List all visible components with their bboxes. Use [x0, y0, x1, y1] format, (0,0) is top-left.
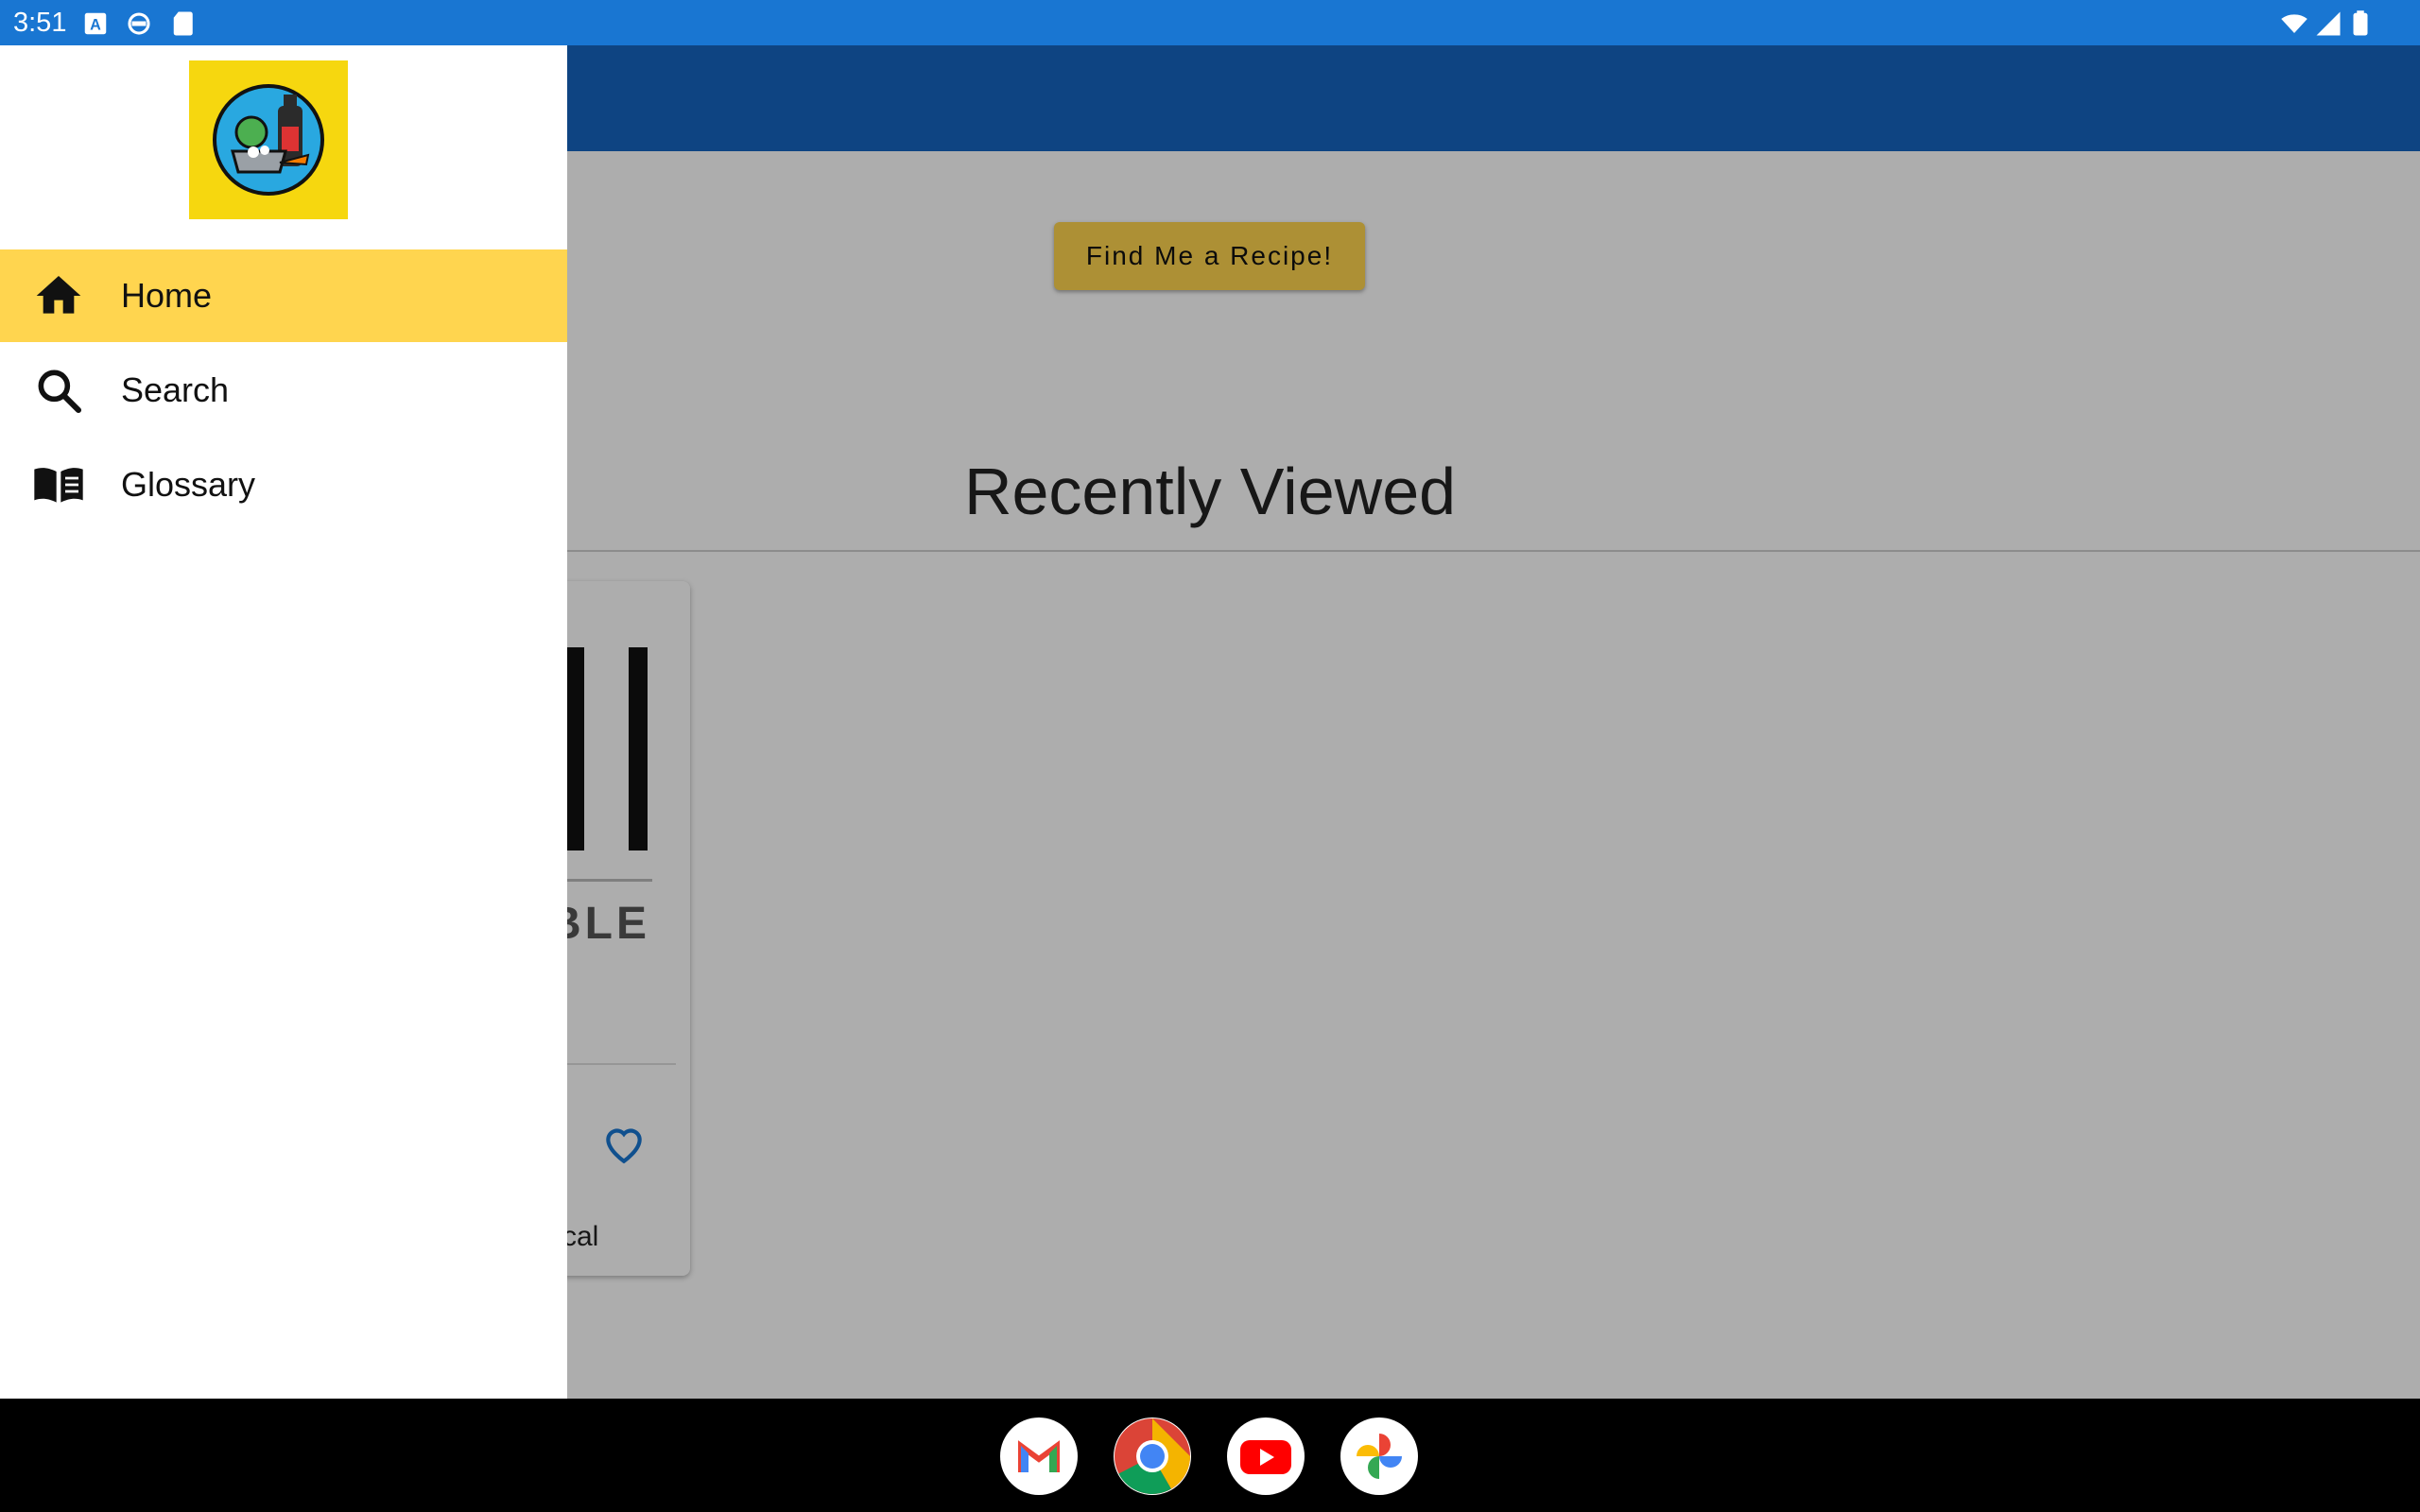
chrome-icon[interactable]: [1114, 1418, 1191, 1495]
drawer-item-label: Glossary: [121, 465, 256, 504]
search-icon: [38, 369, 82, 414]
youtube-icon[interactable]: [1227, 1418, 1305, 1495]
wifi-icon: [2281, 14, 2308, 33]
drawer-item-glossary[interactable]: Glossary: [0, 438, 567, 531]
photos-icon[interactable]: [1340, 1418, 1418, 1495]
drawer-item-label: Home: [121, 276, 213, 315]
gmail-icon[interactable]: [1000, 1418, 1078, 1495]
svg-text:A: A: [90, 16, 101, 33]
sync-notification-icon: [128, 12, 150, 35]
system-nav-bar: [0, 1399, 2420, 1512]
drawer-item-search[interactable]: Search: [0, 344, 567, 437]
drawer-item-label: Search: [121, 370, 230, 409]
app-logo: [189, 60, 348, 219]
book-icon: [34, 468, 83, 503]
drawer-item-home[interactable]: Home: [0, 249, 567, 342]
sd-card-icon: [173, 11, 193, 36]
status-bar: 3:51 A: [0, 0, 2420, 45]
battery-icon: [2353, 10, 2368, 36]
navigation-drawer: Home Search Glossary: [0, 45, 567, 1399]
cell-signal-icon: [2316, 11, 2341, 36]
keyboard-notification-icon: A: [84, 12, 107, 35]
home-icon: [36, 276, 81, 314]
app-logo-icon: [213, 84, 324, 196]
status-time: 3:51: [13, 8, 67, 38]
